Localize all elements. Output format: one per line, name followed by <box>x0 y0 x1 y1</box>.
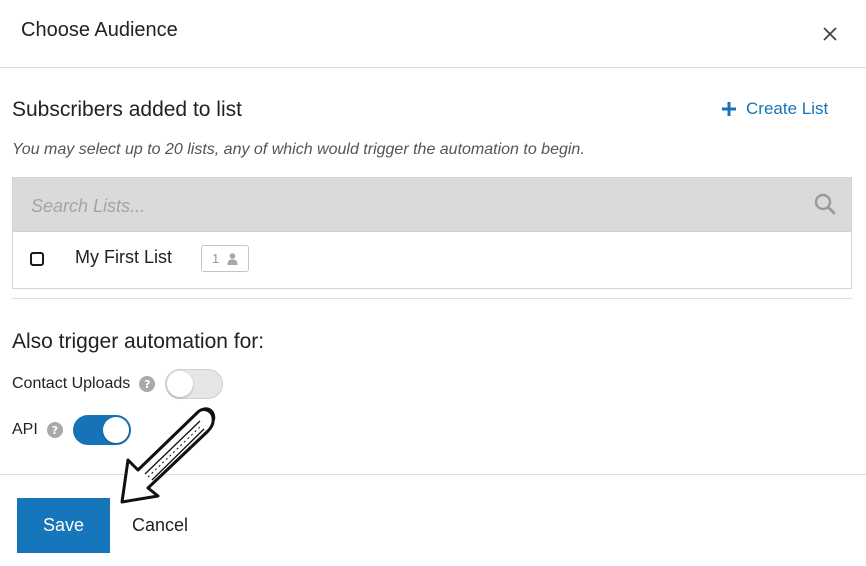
toggle-knob <box>167 371 194 397</box>
api-toggle[interactable] <box>72 415 131 445</box>
trigger-option-api: API ? <box>12 415 131 445</box>
close-button[interactable] <box>820 24 840 44</box>
list-selector: My First List 1 <box>12 177 852 289</box>
toggle-label: API <box>12 421 38 438</box>
modal-title: Choose Audience <box>21 19 178 41</box>
subscriber-count-badge: 1 <box>201 245 250 272</box>
close-icon <box>823 27 837 41</box>
help-icon[interactable]: ? <box>46 422 63 438</box>
section-title: Subscribers added to list <box>12 98 242 121</box>
section-hint: You may select up to 20 lists, any of wh… <box>12 141 585 158</box>
trigger-section-title: Also trigger automation for: <box>12 330 265 353</box>
person-icon <box>227 252 238 265</box>
subscriber-count: 1 <box>212 251 220 266</box>
cancel-button[interactable]: Cancel <box>120 498 200 553</box>
modal-header: Choose Audience <box>0 0 866 68</box>
save-button[interactable]: Save <box>17 498 110 553</box>
list-item[interactable]: My First List 1 <box>13 233 851 288</box>
list-checkbox[interactable] <box>30 252 44 266</box>
plus-icon <box>722 102 736 116</box>
toggle-knob <box>102 417 129 443</box>
search-input[interactable] <box>29 188 793 224</box>
contact-uploads-toggle[interactable] <box>165 369 224 399</box>
search-bar <box>13 178 851 232</box>
create-list-label: Create List <box>746 99 829 118</box>
create-list-link[interactable]: Create List <box>722 99 828 119</box>
search-icon[interactable] <box>813 192 837 216</box>
trigger-option-contact-uploads: Contact Uploads ? <box>12 369 224 399</box>
toggle-label: Contact Uploads <box>12 375 131 392</box>
divider <box>12 298 852 299</box>
list-name: My First List <box>75 247 172 267</box>
help-icon[interactable]: ? <box>139 376 156 392</box>
footer-divider <box>0 474 866 475</box>
